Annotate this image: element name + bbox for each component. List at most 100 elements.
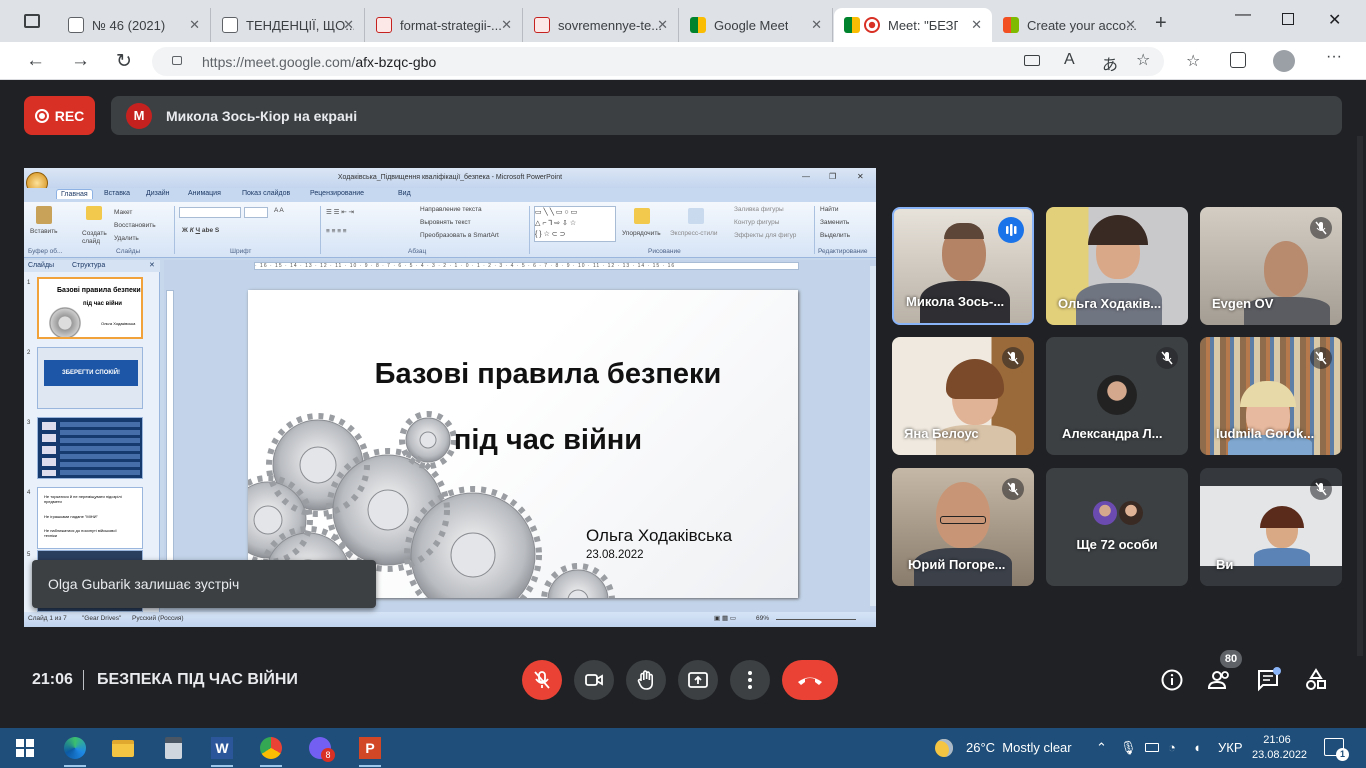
mic-toggle-button[interactable] [522, 660, 562, 700]
camera-toggle-button[interactable] [574, 660, 614, 700]
word-icon[interactable]: W [207, 734, 237, 767]
page-icon [68, 17, 84, 33]
weather-text[interactable]: 26°C Mostly clear [966, 740, 1072, 755]
participant-avatar [1097, 375, 1137, 415]
more-options-button[interactable] [730, 660, 770, 700]
participant-avatar [1117, 499, 1145, 527]
maximize-icon[interactable] [1282, 13, 1294, 25]
mic-off-icon [1310, 217, 1332, 239]
file-explorer-icon[interactable] [108, 734, 138, 762]
raise-hand-button[interactable] [626, 660, 666, 700]
meeting-info-icon[interactable] [1160, 668, 1184, 692]
ribbon-separator [174, 206, 175, 254]
chrome-icon[interactable] [256, 734, 286, 767]
pp-minimize-icon: — [802, 172, 810, 181]
browser-tab[interactable]: ТЕНДЕНЦІЇ, ЩО... ✕ [212, 8, 365, 42]
taskbar-clock[interactable]: 21:06 23.08.2022 [1252, 733, 1307, 763]
edge-icon[interactable] [60, 734, 90, 767]
battery-icon[interactable] [1145, 743, 1159, 752]
close-icon[interactable]: ✕ [657, 17, 668, 33]
address-bar: ← → ↻ https://meet.google.com/afx-bzqc-g… [0, 42, 1366, 80]
close-icon[interactable]: ✕ [189, 17, 200, 33]
pp-close-icon: ✕ [857, 172, 864, 181]
slide-author: Ольга Ходаківська [586, 526, 733, 545]
microsoft-icon [1003, 17, 1019, 33]
more-participants-tile[interactable]: Ще 72 особи [1046, 468, 1188, 586]
menu-icon[interactable]: ··· [1326, 48, 1342, 66]
close-icon[interactable]: ✕ [1125, 17, 1136, 33]
weather-icon[interactable] [935, 739, 953, 757]
favorite-add-icon[interactable]: ☆ [1136, 50, 1150, 70]
profile-avatar[interactable] [1273, 50, 1295, 72]
forward-icon[interactable]: → [71, 50, 90, 72]
browser-tab[interactable]: Create your acco... ✕ [993, 8, 1146, 42]
minimize-icon[interactable]: — [1235, 6, 1251, 24]
language-indicator[interactable]: УКР [1218, 740, 1243, 755]
microphone-tray-icon[interactable]: 🎙 [1120, 740, 1137, 756]
camera-icon[interactable] [1024, 55, 1040, 66]
new-tab-button[interactable]: + [1155, 12, 1167, 35]
meeting-clock: 21:06 [32, 671, 73, 688]
slide-title-line1: Базові правила безпеки [374, 358, 722, 390]
pp-scrollbar [870, 266, 876, 606]
page-scrollbar[interactable] [1357, 136, 1363, 656]
close-window-icon[interactable]: ✕ [1328, 10, 1341, 30]
volume-icon[interactable]: ◖ [1193, 740, 1201, 755]
close-icon[interactable]: ✕ [971, 17, 982, 33]
participant-tile[interactable]: Ольга Ходаків... [1046, 207, 1188, 325]
pp-restore-icon: ❐ [829, 172, 837, 181]
close-icon[interactable]: ✕ [343, 17, 354, 33]
slide-thumbnail: Не торкатися й не переміщувати підозрілі… [37, 487, 143, 549]
quick-styles-icon [688, 208, 704, 224]
browser-tab-active[interactable]: Meet: "БЕЗП... ✕ [834, 8, 992, 42]
participant-tile[interactable]: Iudmila Gorok... [1200, 337, 1342, 455]
present-screen-button[interactable] [678, 660, 718, 700]
viber-icon[interactable]: 8 [305, 734, 335, 762]
read-aloud-icon[interactable]: A [1064, 51, 1075, 69]
participant-tile[interactable]: Микола Зось-... [892, 207, 1034, 325]
people-icon[interactable] [1207, 668, 1233, 692]
notifications-icon[interactable]: 1 [1324, 738, 1349, 761]
tab-actions-icon[interactable] [24, 14, 40, 28]
close-icon[interactable]: ✕ [811, 17, 822, 33]
translate-icon[interactable]: あ [1102, 51, 1118, 75]
ribbon-separator [320, 206, 321, 254]
back-icon[interactable]: ← [26, 50, 45, 72]
font-format-buttons: Ж К Ч abe S [182, 227, 220, 234]
wifi-icon[interactable]: ◔ [1168, 740, 1176, 755]
participant-tile[interactable]: Александра Л... [1046, 337, 1188, 455]
participant-tile[interactable]: Evgen OV [1200, 207, 1342, 325]
new-slide-icon [86, 206, 102, 220]
participant-name: Ольга Ходаків... [1058, 296, 1162, 311]
recording-icon [864, 17, 880, 33]
lock-icon[interactable] [172, 56, 182, 65]
powerpoint-icon[interactable]: P [355, 734, 385, 767]
browser-tab[interactable]: format-strategii-... ✕ [366, 8, 523, 42]
show-hidden-icons[interactable]: ⌃ [1096, 740, 1107, 756]
zoom-slider [776, 619, 856, 620]
participant-tile[interactable]: Яна Белоус [892, 337, 1034, 455]
url-input[interactable]: https://meet.google.com/afx-bzqc-gbo A あ… [152, 47, 1164, 76]
leave-call-button[interactable] [782, 660, 838, 700]
font-name-field [179, 207, 241, 218]
browser-tab[interactable]: Google Meet ✕ [680, 8, 833, 42]
powerpoint-titlebar: Ходаківська_Підвищення кваліфікації_безп… [24, 168, 876, 188]
horizontal-ruler: · 16 · 15 · 14 · 13 · 12 · 11 · 10 · 9 ·… [254, 262, 799, 270]
browser-tab[interactable]: № 46 (2021) ✕ [58, 8, 211, 42]
reload-icon[interactable]: ↻ [116, 50, 132, 73]
windows-start-icon[interactable] [10, 734, 40, 762]
calculator-icon[interactable] [158, 734, 188, 762]
activities-icon[interactable] [1304, 668, 1328, 692]
collections-icon[interactable] [1230, 52, 1246, 68]
slide-thumbnail: ЗБЕРЕГТИ СПОКІЙ! [37, 347, 143, 409]
arrange-icon [634, 208, 650, 224]
self-view-tile[interactable]: Ви [1200, 468, 1342, 586]
participant-tile[interactable]: Юрий Погоре... [892, 468, 1034, 586]
mic-off-icon [1156, 347, 1178, 369]
favorites-icon[interactable]: ☆ [1186, 51, 1200, 71]
recording-indicator[interactable]: REC [24, 96, 95, 135]
participant-name: Evgen OV [1212, 296, 1274, 311]
close-icon[interactable]: ✕ [501, 17, 512, 33]
thumb-gears [41, 303, 89, 337]
browser-tab[interactable]: sovremennye-te... ✕ [524, 8, 679, 42]
